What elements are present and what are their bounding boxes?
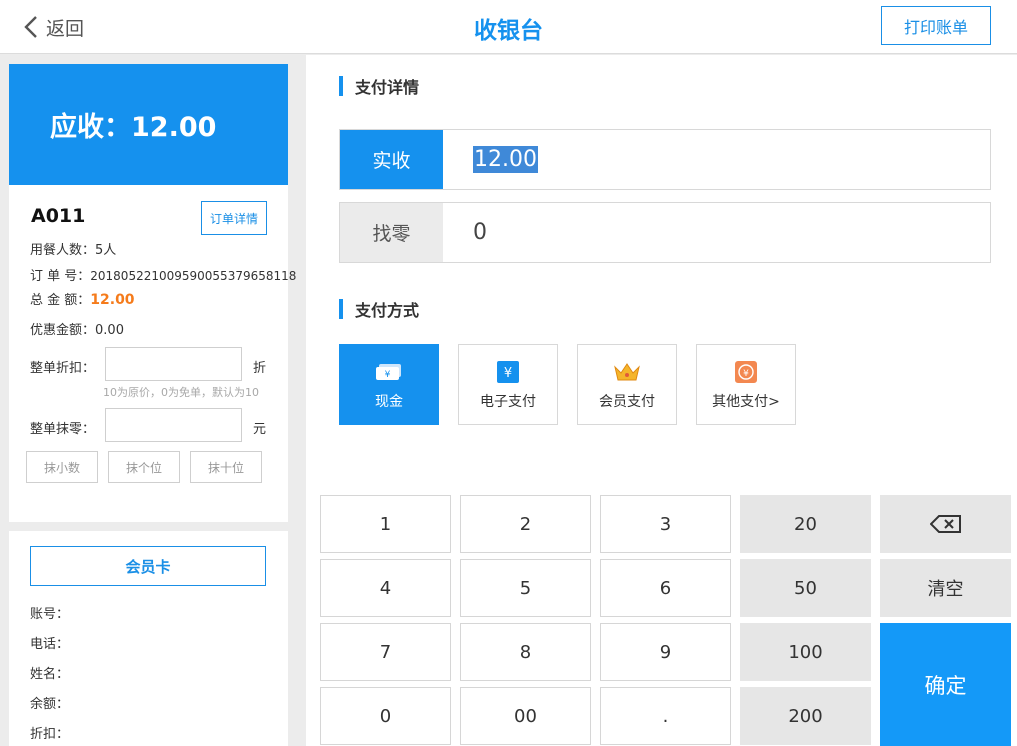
rounding-input[interactable] [105, 408, 242, 442]
round-tens-button[interactable]: 抹十位 [190, 451, 262, 483]
method-electronic[interactable]: ¥ 电子支付 [458, 344, 558, 425]
received-input[interactable]: 12.00 [443, 130, 990, 189]
received-row: 实收 12.00 [339, 129, 991, 190]
back-label: 返回 [46, 17, 85, 40]
cash-icon: ¥ [375, 359, 403, 385]
method-electronic-label: 电子支付 [480, 393, 536, 410]
discount-amount-label: 优惠金额： [30, 323, 96, 338]
key-5[interactable]: 5 [460, 559, 591, 617]
key-4[interactable]: 4 [320, 559, 451, 617]
rounding-label: 整单抹零： [30, 422, 96, 437]
member-name-label: 姓名： [30, 667, 70, 682]
key-6[interactable]: 6 [600, 559, 731, 617]
print-bill-button[interactable]: 打印账单 [881, 6, 991, 45]
payment-detail-title: 支付详情 [339, 75, 419, 97]
round-decimal-button[interactable]: 抹小数 [26, 451, 98, 483]
discount-unit: 折 [253, 361, 267, 376]
key-200[interactable]: 200 [740, 687, 871, 745]
key-00[interactable]: 00 [460, 687, 591, 745]
confirm-button[interactable]: 确定 [880, 623, 1011, 746]
chevron-left-icon [24, 16, 37, 38]
payment-detail-title-text: 支付详情 [355, 78, 420, 97]
diners-label: 用餐人数： [30, 243, 96, 258]
diners-value: 5人 [95, 243, 117, 258]
order-panel: 应收：12.00 A011 订单详情 用餐人数：5人 订 单 号：2018052… [9, 64, 296, 522]
svg-text:¥: ¥ [385, 370, 391, 380]
received-label: 实收 [340, 130, 443, 189]
order-no-value: 20180522100959005537965811​8 [90, 269, 297, 283]
discount-input[interactable] [105, 347, 242, 381]
change-row: 找零 0 [339, 202, 991, 263]
received-value: 12.00 [473, 146, 538, 173]
page-title: 收银台 [474, 18, 543, 44]
payment-method-title-text: 支付方式 [355, 301, 420, 320]
key-3[interactable]: 3 [600, 495, 731, 553]
method-cash-label: 现金 [375, 393, 403, 410]
key-9[interactable]: 9 [600, 623, 731, 681]
svg-text:¥: ¥ [743, 369, 749, 379]
method-other[interactable]: ¥ 其他支付> [696, 344, 796, 425]
order-detail-button[interactable]: 订单详情 [201, 201, 267, 235]
header-bar: 返回 收银台 打印账单 [0, 0, 1017, 54]
payment-method-title: 支付方式 [339, 298, 419, 320]
crown-icon [614, 359, 640, 385]
discount-amount-value: 0.00 [95, 323, 124, 338]
discount-amount-line: 优惠金额：0.00 [30, 319, 124, 338]
change-value: 0 [473, 220, 487, 245]
key-7[interactable]: 7 [320, 623, 451, 681]
order-no-line: 订 单 号：20180522100959005537965811​8 [30, 265, 296, 284]
rounding-unit: 元 [253, 422, 267, 437]
clear-key[interactable]: 清空 [880, 559, 1011, 617]
amount-due: 应收：12.00 [9, 64, 288, 185]
method-other-label: 其他支付> [712, 393, 780, 410]
section-bar [339, 76, 343, 96]
member-account-label: 账号： [30, 607, 70, 622]
member-panel: 会员卡 账号： 电话： 姓名： 余额： 折扣： [9, 531, 288, 746]
round-ones-button[interactable]: 抹个位 [108, 451, 180, 483]
total-label: 总 金 额： [30, 293, 91, 308]
svg-text:¥: ¥ [504, 366, 512, 381]
discount-hint: 10为原价，0为免单，默认为10 [103, 386, 259, 399]
method-member[interactable]: 会员支付 [577, 344, 677, 425]
method-member-label: 会员支付 [599, 393, 655, 410]
discount-label: 整单折扣： [30, 361, 96, 376]
table-id: A011 [31, 205, 86, 227]
member-phone-label: 电话： [30, 637, 70, 652]
total-line: 总 金 额：12.00 [30, 289, 135, 308]
total-value: 12.00 [90, 292, 135, 308]
order-no-label: 订 单 号： [30, 269, 91, 284]
key-50[interactable]: 50 [740, 559, 871, 617]
numeric-keypad: 1 2 3 20 4 5 6 50 清空 7 8 9 100 确定 0 00 .… [320, 495, 1011, 746]
yuan-icon: ¥ [497, 359, 519, 385]
key-0[interactable]: 0 [320, 687, 451, 745]
member-card-button[interactable]: 会员卡 [30, 546, 266, 586]
key-8[interactable]: 8 [460, 623, 591, 681]
method-cash[interactable]: ¥ 现金 [339, 344, 439, 425]
key-1[interactable]: 1 [320, 495, 451, 553]
key-2[interactable]: 2 [460, 495, 591, 553]
backspace-icon [929, 515, 961, 533]
coin-icon: ¥ [735, 359, 757, 385]
member-balance-label: 余额： [30, 697, 70, 712]
key-20[interactable]: 20 [740, 495, 871, 553]
diners-line: 用餐人数：5人 [30, 239, 116, 258]
key-dot[interactable]: . [600, 687, 731, 745]
back-button[interactable]: 返回 [24, 12, 84, 42]
section-bar [339, 299, 343, 319]
backspace-key[interactable] [880, 495, 1011, 553]
key-100[interactable]: 100 [740, 623, 871, 681]
change-label: 找零 [340, 203, 443, 262]
member-discount-label: 折扣： [30, 727, 70, 742]
